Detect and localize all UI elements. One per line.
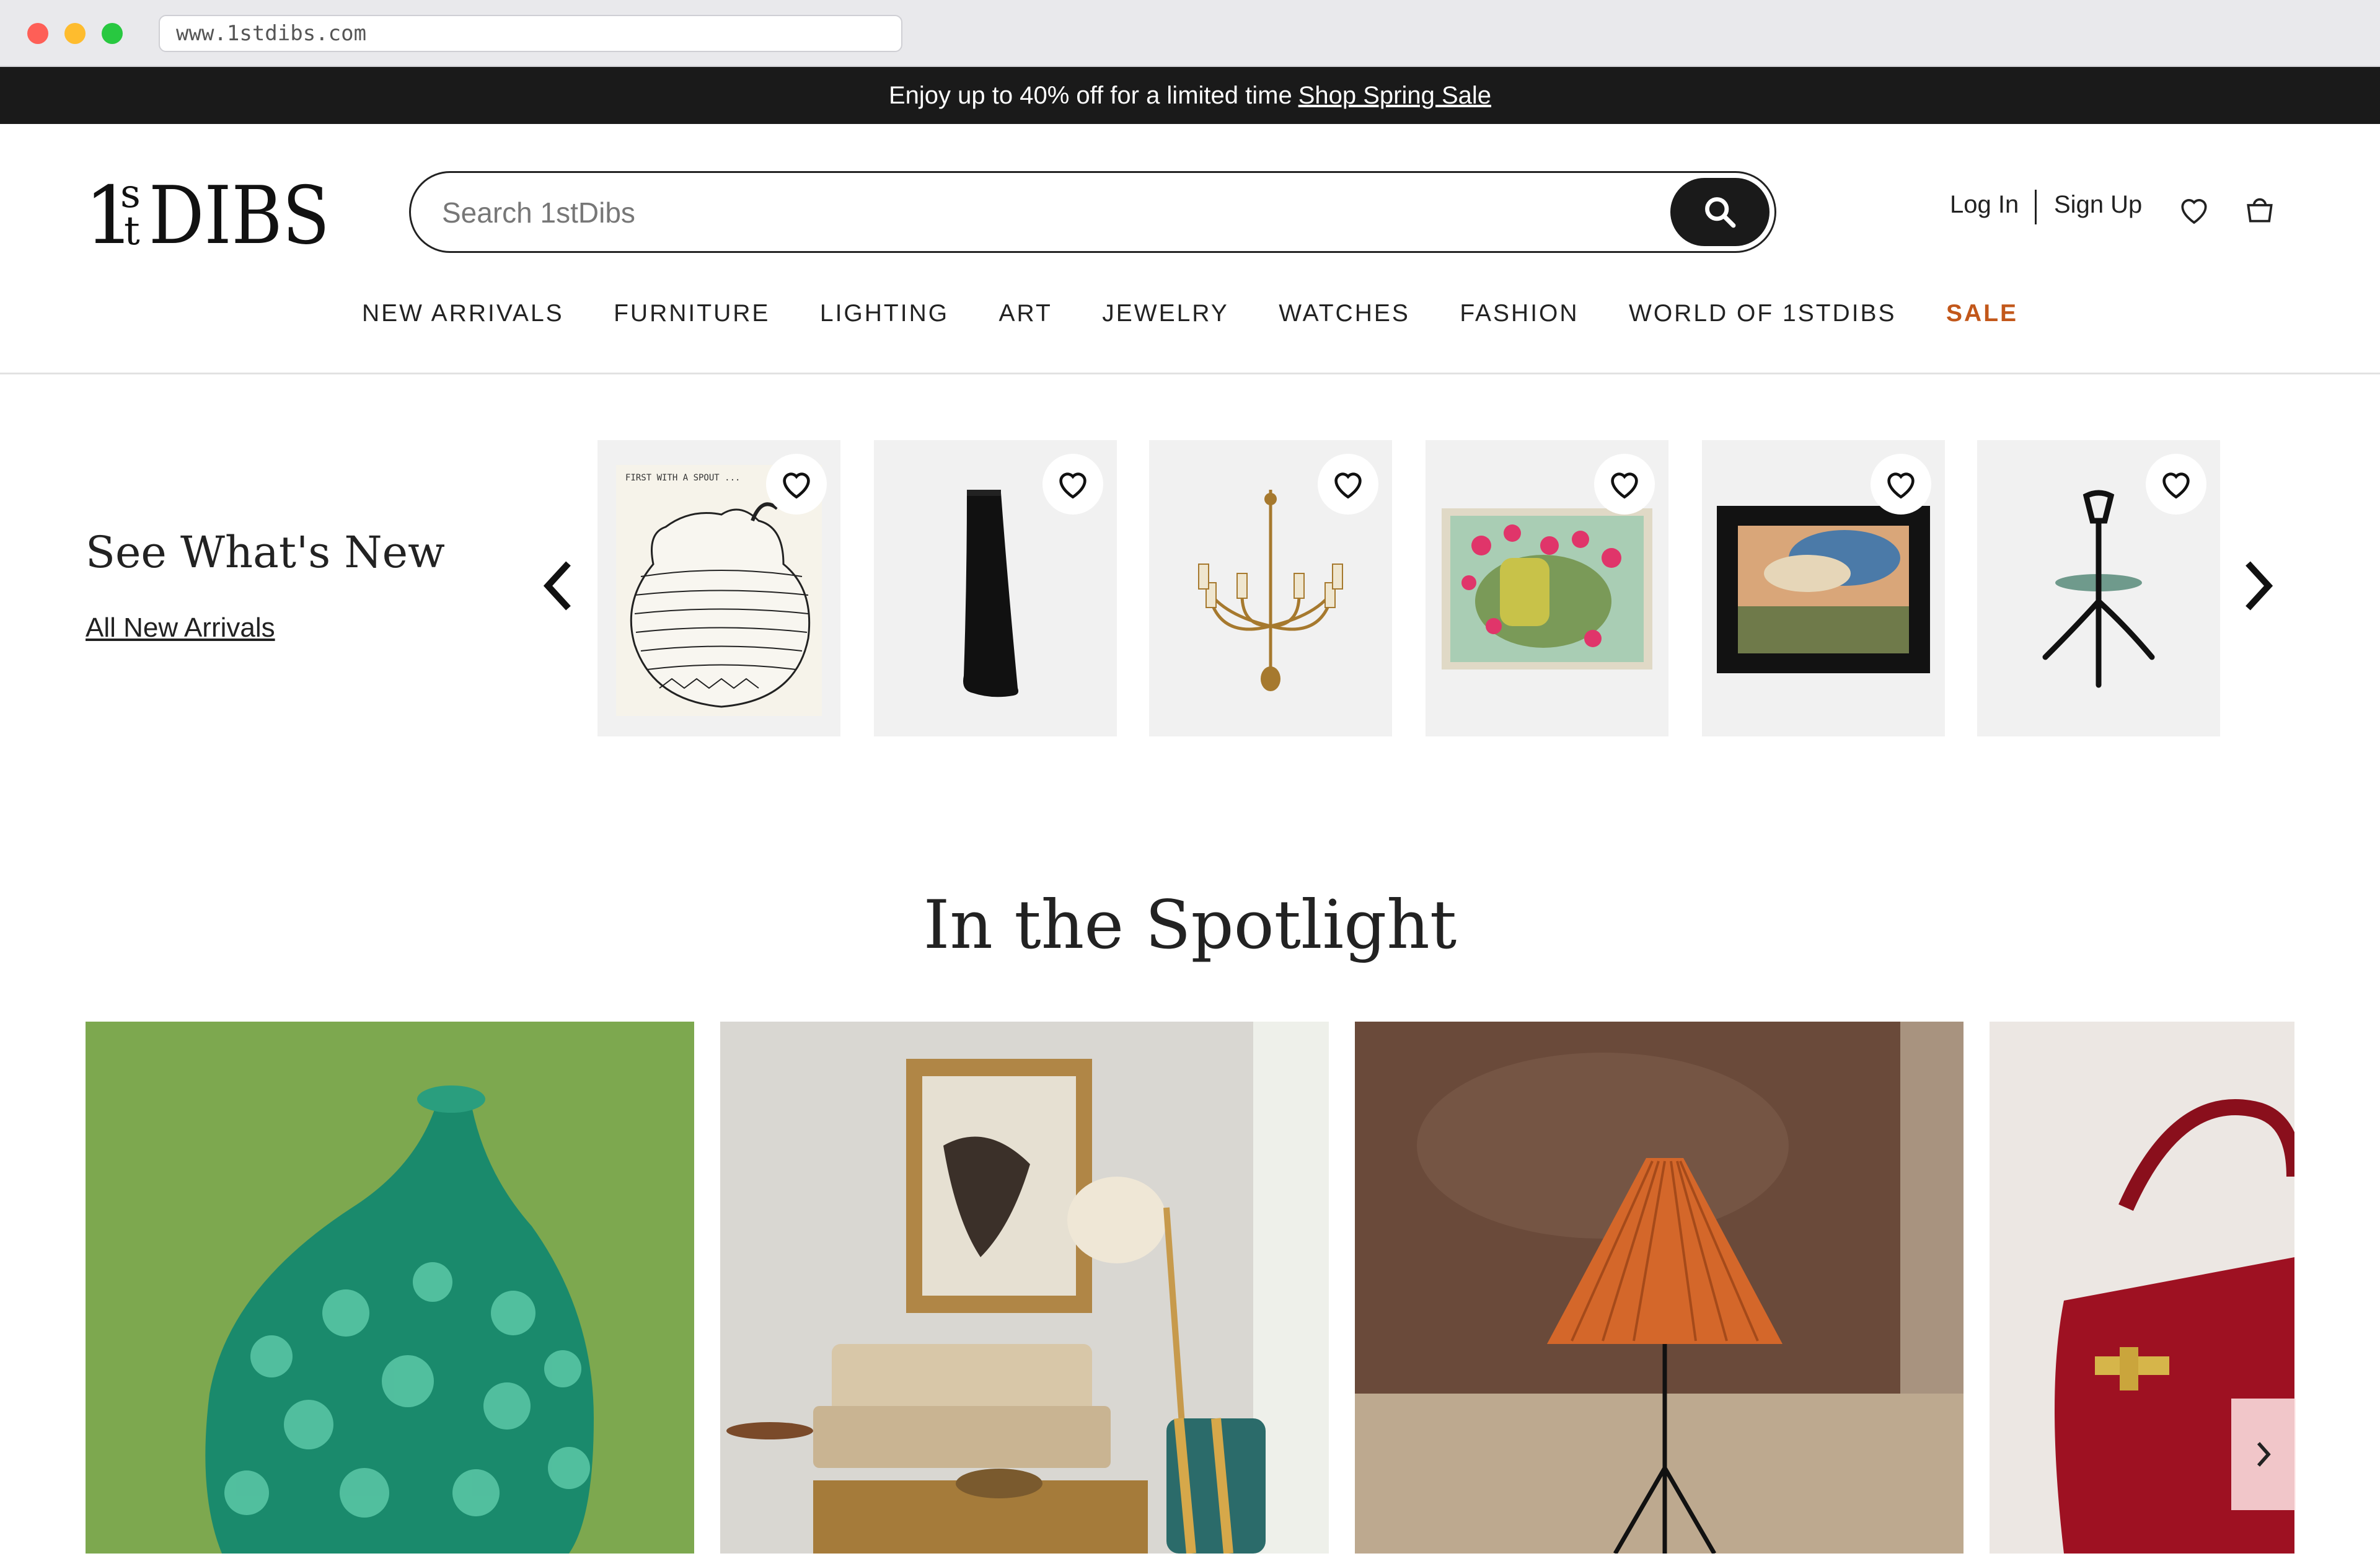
favorite-button[interactable] xyxy=(1871,454,1931,515)
address-bar[interactable]: www.1stdibs.com xyxy=(159,15,902,52)
favorite-button[interactable] xyxy=(1042,454,1103,515)
new-arrival-item-side-table[interactable] xyxy=(1977,440,2220,736)
new-arrival-item-chandelier[interactable] xyxy=(1149,440,1392,736)
site-logo[interactable]: 1 s t DIBS xyxy=(84,167,332,254)
minimize-window-button[interactable] xyxy=(64,23,86,44)
spotlight-card-interior[interactable] xyxy=(720,1022,1329,1554)
all-new-arrivals-link[interactable]: All New Arrivals xyxy=(86,612,275,643)
auth-divider xyxy=(2035,190,2037,224)
nav-jewelry[interactable]: JEWELRY xyxy=(1102,300,1229,327)
favorite-button[interactable] xyxy=(2146,454,2206,515)
heart-icon xyxy=(783,472,810,499)
nav-sale[interactable]: SALE xyxy=(1946,300,2018,327)
green-glass-vase-image xyxy=(86,1022,694,1554)
promo-banner: Enjoy up to 40% off for a limited time Sh… xyxy=(0,67,2380,124)
svg-text:DIBS: DIBS xyxy=(149,170,330,254)
new-arrival-item-skirt[interactable] xyxy=(874,440,1117,736)
favorite-button[interactable] xyxy=(1318,454,1378,515)
login-link[interactable]: Log In xyxy=(1950,191,2019,219)
living-room-interior-image xyxy=(720,1022,1329,1554)
nav-art[interactable]: ART xyxy=(999,300,1052,327)
heart-icon xyxy=(2162,472,2190,499)
site-header: 1 s t DIBS Log In Sign Up NEW ARRIVALS F… xyxy=(0,124,2380,374)
close-window-button[interactable] xyxy=(27,23,48,44)
nav-world-of-1stdibs[interactable]: WORLD OF 1STDIBS xyxy=(1629,300,1897,327)
pleated-lamp-image xyxy=(1355,1022,1963,1554)
browser-chrome: www.1stdibs.com xyxy=(0,0,2380,67)
new-arrival-item-floral-painting[interactable] xyxy=(1426,440,1668,736)
maximize-window-button[interactable] xyxy=(102,23,123,44)
nav-watches[interactable]: WATCHES xyxy=(1279,300,1410,327)
chevron-right-icon xyxy=(2257,1442,2271,1467)
spotlight-next-button[interactable] xyxy=(2231,1399,2296,1510)
carousel-prev-chevron-left-icon[interactable] xyxy=(540,558,578,614)
nav-fashion[interactable]: FASHION xyxy=(1460,300,1579,327)
promo-link[interactable]: Shop Spring Sale xyxy=(1298,82,1491,109)
new-arrivals-title: See What's New xyxy=(86,527,445,578)
favorite-button[interactable] xyxy=(1594,454,1655,515)
carousel-next-chevron-right-icon[interactable] xyxy=(2239,558,2276,614)
nav-lighting[interactable]: LIGHTING xyxy=(820,300,949,327)
heart-icon xyxy=(1611,472,1638,499)
promo-text: Enjoy up to 40% off for a limited time xyxy=(888,82,1292,109)
shopping-bag-icon[interactable] xyxy=(2242,192,2277,227)
heart-icon xyxy=(1059,472,1086,499)
spotlight-title: In the Spotlight xyxy=(923,886,1457,964)
spotlight-card-lamp[interactable] xyxy=(1355,1022,1963,1554)
favorite-button[interactable] xyxy=(766,454,827,515)
spotlight-card-glass-vase[interactable] xyxy=(86,1022,694,1554)
search-input[interactable] xyxy=(442,187,1620,239)
signup-link[interactable]: Sign Up xyxy=(2054,191,2142,219)
favorites-heart-icon[interactable] xyxy=(2177,192,2211,227)
heart-icon xyxy=(1334,472,1362,499)
search-bar xyxy=(409,171,1776,253)
nav-new-arrivals[interactable]: NEW ARRIVALS xyxy=(362,300,564,327)
new-arrival-item-drawing[interactable]: FIRST WITH A SPOUT ... xyxy=(597,440,840,736)
heart-icon xyxy=(1887,472,1915,499)
main-nav: NEW ARRIVALS FURNITURE LIGHTING ART JEWE… xyxy=(0,300,2380,327)
nav-furniture[interactable]: FURNITURE xyxy=(614,300,770,327)
svg-text:t: t xyxy=(124,208,140,254)
svg-text:FIRST WITH A SPOUT ...: FIRST WITH A SPOUT ... xyxy=(625,473,740,483)
search-icon xyxy=(1705,197,1736,228)
new-arrival-item-landscape-painting[interactable] xyxy=(1702,440,1945,736)
search-button[interactable] xyxy=(1670,178,1770,246)
